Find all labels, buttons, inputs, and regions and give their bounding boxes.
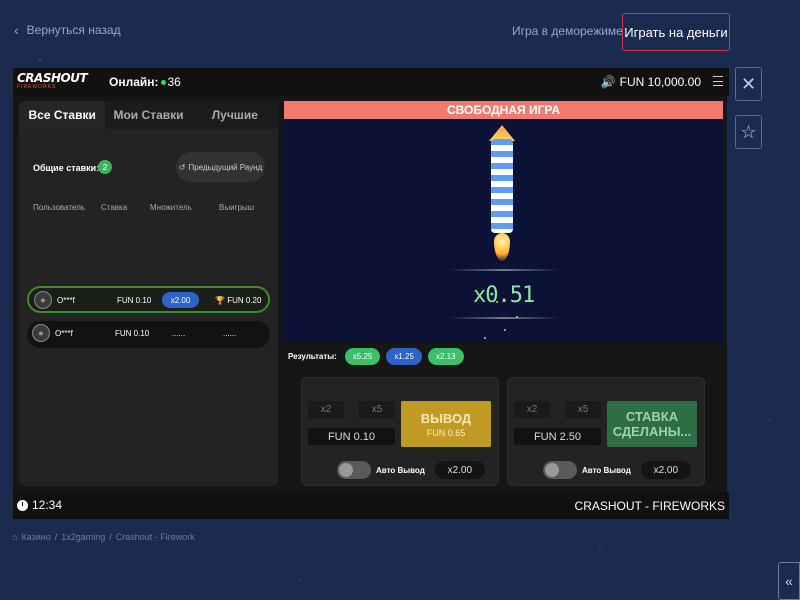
double-chevron-left-icon: «	[785, 573, 793, 589]
history-icon: ↺	[178, 162, 186, 172]
breadcrumb: ⌂ Казино / 1x2gaming / Crashout - Firewo…	[12, 532, 195, 542]
previous-round-button[interactable]: ↺ Предыдущий Раунд	[176, 152, 265, 182]
column-multiplier: Множитель	[150, 203, 192, 212]
rocket-exhaust-icon	[494, 233, 510, 261]
auto-cashout-toggle[interactable]	[337, 461, 371, 479]
trophy-icon: 🏆	[215, 296, 225, 305]
spark	[484, 337, 486, 339]
cashout-button[interactable]: ВЫВОД FUN 0.65	[401, 401, 491, 447]
menu-icon[interactable]	[713, 76, 723, 86]
result-chip: x5.25	[344, 347, 381, 365]
table-row: ● O***f FUN 0.10 ...... ......	[27, 321, 270, 348]
tab-my-bets[interactable]: Мои Ставки	[105, 101, 191, 129]
spark	[516, 316, 518, 318]
breadcrumb-item[interactable]: 1x2gaming	[61, 532, 105, 542]
close-icon: ✕	[740, 73, 757, 94]
results-label: Результаты:	[288, 351, 337, 361]
auto-cashout-row: Авто Вывод x2.00	[543, 461, 691, 479]
free-play-banner: СВОБОДНАЯ ИГРА	[284, 101, 723, 119]
demo-mode-link[interactable]: Игра в деморежиме	[512, 24, 623, 38]
back-link[interactable]: ‹ Вернуться назад	[14, 22, 121, 38]
table-row: ● O***f FUN 0.10 x2.00 🏆 FUN 0.20	[27, 286, 270, 313]
bets-panel: Все Ставки Мои Ставки Лучшие Общие ставк…	[19, 101, 278, 486]
play-real-money-button[interactable]: Играть на деньги	[622, 13, 730, 51]
quick-x5-button[interactable]: x5	[359, 401, 395, 418]
bet-panel-2: x2 x5 FUN 2.50 СТАВКА СДЕЛАНЫ... Авто Вы…	[507, 377, 705, 486]
breadcrumb-item: Crashout - Firework	[115, 532, 195, 542]
quick-x5-button[interactable]: x5	[565, 401, 601, 418]
game-play-area: СВОБОДНАЯ ИГРА x0.51	[284, 101, 723, 342]
expand-sidebar-button[interactable]: «	[778, 562, 800, 600]
online-dot-icon	[160, 80, 166, 85]
quick-x2-button[interactable]: x2	[514, 401, 550, 418]
result-chip: x2.13	[427, 347, 464, 365]
auto-cashout-row: Авто Вывод x2.00	[337, 461, 485, 479]
back-label: Вернуться назад	[26, 23, 121, 37]
balance: 🔊 FUN 10,000.00	[600, 75, 701, 89]
column-stake: Ставка	[101, 203, 128, 212]
total-bets-row: Общие ставки: 2 ↺ Предыдущий Раунд	[19, 151, 278, 187]
scan-line	[449, 269, 559, 271]
chevron-left-icon: ‹	[14, 22, 19, 38]
home-icon[interactable]: ⌂	[12, 532, 17, 542]
star-icon: ☆	[740, 121, 757, 142]
column-winnings: Выигрыш	[219, 203, 255, 212]
game-logo: CRASHOUT FIREWORKS	[17, 71, 88, 90]
result-chip: x1.25	[386, 347, 422, 365]
game-header: CRASHOUT FIREWORKS Онлайн: 36 🔊 FUN 10,00…	[13, 68, 729, 96]
auto-cashout-value[interactable]: x2.00	[640, 461, 691, 479]
avatar: ●	[34, 291, 52, 309]
total-bets-label: Общие ставки:	[33, 163, 100, 173]
game-name: CRASHOUT - FIREWORKS	[574, 499, 725, 513]
avatar: ●	[32, 324, 50, 342]
favorite-button[interactable]: ☆	[735, 115, 762, 149]
clock-icon	[17, 499, 28, 511]
results-bar: Результаты: x5.25 x1.25 x2.13	[284, 344, 723, 368]
total-bets-badge: 2	[98, 160, 112, 174]
scan-line	[449, 317, 559, 319]
breadcrumb-item[interactable]: Казино	[21, 532, 50, 542]
column-user: Пользователь	[33, 203, 85, 212]
tab-all-bets[interactable]: Все Ставки	[19, 101, 106, 129]
close-button[interactable]: ✕	[735, 67, 762, 101]
spark	[504, 329, 506, 331]
online-counter: Онлайн: 36	[109, 75, 181, 89]
game-footer: 12:34 CRASHOUT - FIREWORKS	[13, 492, 729, 519]
bet-panel-1: x2 x5 FUN 0.10 ВЫВОД FUN 0.65 Авто Вывод…	[301, 377, 499, 486]
bets-tabs: Все Ставки Мои Ставки Лучшие	[19, 101, 278, 129]
top-bar: ‹ Вернуться назад Игра в деморежиме Игра…	[0, 0, 800, 64]
sound-icon[interactable]: 🔊	[601, 75, 616, 89]
auto-cashout-toggle[interactable]	[543, 461, 577, 479]
bets-placed-button[interactable]: СТАВКА СДЕЛАНЫ...	[607, 401, 697, 447]
current-multiplier: x0.51	[473, 283, 535, 308]
auto-cashout-value[interactable]: x2.00	[434, 461, 485, 479]
tab-top[interactable]: Лучшие	[192, 101, 278, 129]
bet-amount-input[interactable]: FUN 2.50	[514, 428, 601, 445]
bet-amount-input[interactable]: FUN 0.10	[308, 428, 395, 445]
clock: 12:34	[17, 498, 62, 512]
quick-x2-button[interactable]: x2	[308, 401, 344, 418]
game-frame: CRASHOUT FIREWORKS Онлайн: 36 🔊 FUN 10,00…	[12, 67, 729, 519]
rocket-icon	[491, 139, 513, 233]
